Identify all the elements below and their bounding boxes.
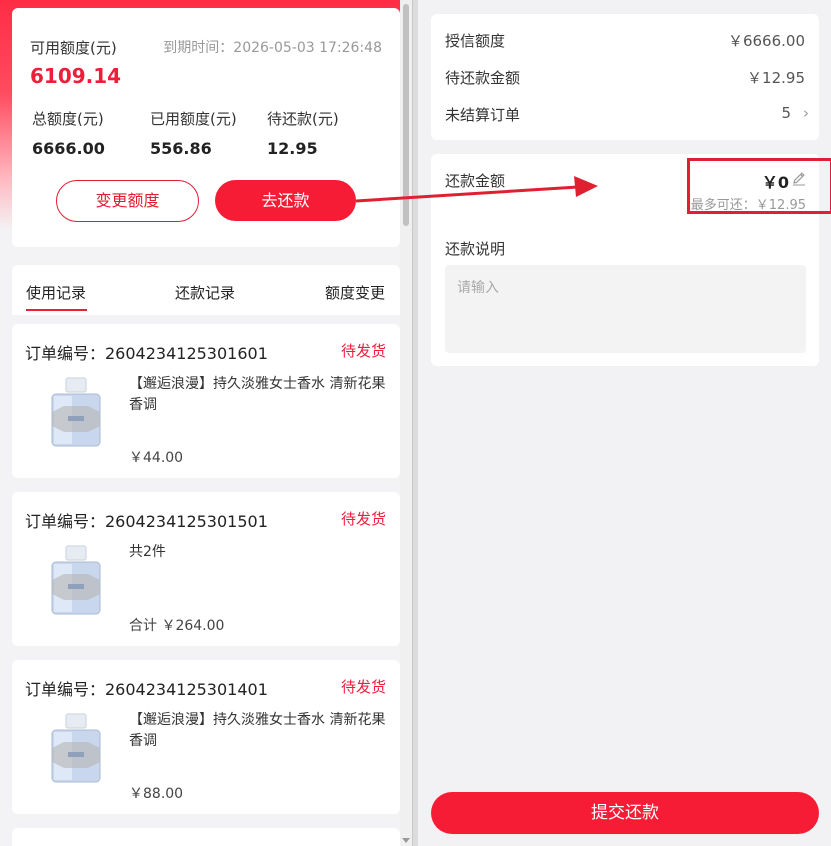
order-card[interactable]: 订单编号：2604234125301501 待发货 共2件 合计 ￥264.00: [12, 492, 400, 646]
total-credit-stat: 总额度(元) 6666.00: [32, 108, 105, 158]
unsettled-orders-label: 未结算订单: [445, 106, 521, 124]
order-card[interactable]: 订单编号：2604234125301601 待发货 【邂逅浪漫】持久淡雅女士香水…: [12, 324, 400, 478]
order-status: 待发货: [340, 342, 386, 360]
total-credit-value: 6666.00: [32, 139, 105, 158]
active-tab-indicator: [26, 309, 87, 311]
unsettled-orders-count: 5: [781, 104, 791, 122]
order-status: 待发货: [340, 510, 386, 528]
available-credit-label: 可用额度(元): [30, 39, 117, 57]
order-item-count: 共2件: [129, 544, 166, 560]
available-credit-value: 6109.14: [30, 64, 122, 88]
repay-form: 还款金额 ￥0 最多可还：￥12.95 还款说明: [431, 154, 831, 366]
pending-amount-row: 待还款金额 ￥12.95: [445, 67, 805, 88]
pending-repay-stat: 待还款(元) 12.95: [267, 108, 339, 158]
total-credit-label: 总额度(元): [32, 110, 104, 128]
credit-card: 可用额度(元) 到期时间：2026-05-03 17:26:48 6109.14…: [12, 8, 400, 247]
order-status: 待发货: [340, 678, 386, 696]
left-scrollbar[interactable]: [400, 0, 412, 846]
tab-credit-changes[interactable]: 额度变更: [325, 282, 385, 303]
repay-note-label: 还款说明: [445, 240, 506, 258]
repay-note-input[interactable]: [445, 265, 806, 353]
order-card[interactable]: 订单编号：2604234125301401 待发货 【邂逅浪漫】持久淡雅女士香水…: [12, 660, 400, 814]
pending-repay-label: 待还款(元): [267, 110, 339, 128]
credit-limit-value: ￥6666.00: [727, 32, 805, 50]
order-total: 合计 ￥264.00: [129, 618, 225, 634]
order-number: 订单编号：2604234125301401: [25, 680, 268, 699]
chevron-right-icon: ›: [803, 104, 809, 122]
order-card[interactable]: [12, 828, 400, 846]
scrollbar-thumb[interactable]: [403, 4, 409, 226]
order-product-title: 【邂逅浪漫】持久淡雅女士香水 清新花果香调: [129, 376, 386, 413]
order-product-title: 【邂逅浪漫】持久淡雅女士香水 清新花果香调: [129, 712, 386, 749]
repay-amount-label: 还款金额: [445, 172, 506, 190]
used-credit-stat: 已用额度(元) 556.86: [150, 108, 237, 158]
order-number: 订单编号：2604234125301501: [25, 512, 268, 531]
perfume-bottle-icon: [51, 377, 101, 447]
scroll-down-arrow-icon[interactable]: [402, 838, 410, 843]
pending-amount-label: 待还款金额: [445, 69, 521, 87]
credit-limit-row: 授信额度 ￥6666.00: [445, 30, 805, 51]
tab-repay-records[interactable]: 还款记录: [175, 282, 235, 303]
perfume-bottle-icon: [51, 713, 101, 783]
perfume-bottle-icon: [51, 545, 101, 615]
annotation-highlight-box: [687, 158, 831, 214]
submit-repay-button[interactable]: 提交还款: [431, 792, 819, 834]
unsettled-orders-row[interactable]: 未结算订单 5 ›: [445, 104, 809, 125]
credit-detail-pane: 可用额度(元) 到期时间：2026-05-03 17:26:48 6109.14…: [0, 0, 412, 846]
change-credit-button[interactable]: 变更额度: [56, 180, 199, 222]
pending-amount-value: ￥12.95: [747, 69, 805, 87]
credit-limit-label: 授信额度: [445, 32, 506, 50]
order-number: 订单编号：2604234125301601: [25, 344, 268, 363]
go-repay-button[interactable]: 去还款: [215, 180, 356, 221]
used-credit-value: 556.86: [150, 139, 212, 158]
pending-repay-value: 12.95: [267, 139, 318, 158]
tab-usage-records[interactable]: 使用记录: [26, 282, 86, 303]
repayment-pane: 授信额度 ￥6666.00 待还款金额 ￥12.95 未结算订单 5 › 还款金…: [418, 0, 831, 846]
repayment-summary: 授信额度 ￥6666.00 待还款金额 ￥12.95 未结算订单 5 ›: [431, 14, 819, 140]
order-price: ￥44.00: [129, 450, 184, 466]
order-price: ￥88.00: [129, 786, 184, 802]
used-credit-label: 已用额度(元): [150, 110, 237, 128]
expire-time: 到期时间：2026-05-03 17:26:48: [163, 40, 382, 56]
record-tabs: 使用记录 还款记录 额度变更: [12, 265, 400, 315]
